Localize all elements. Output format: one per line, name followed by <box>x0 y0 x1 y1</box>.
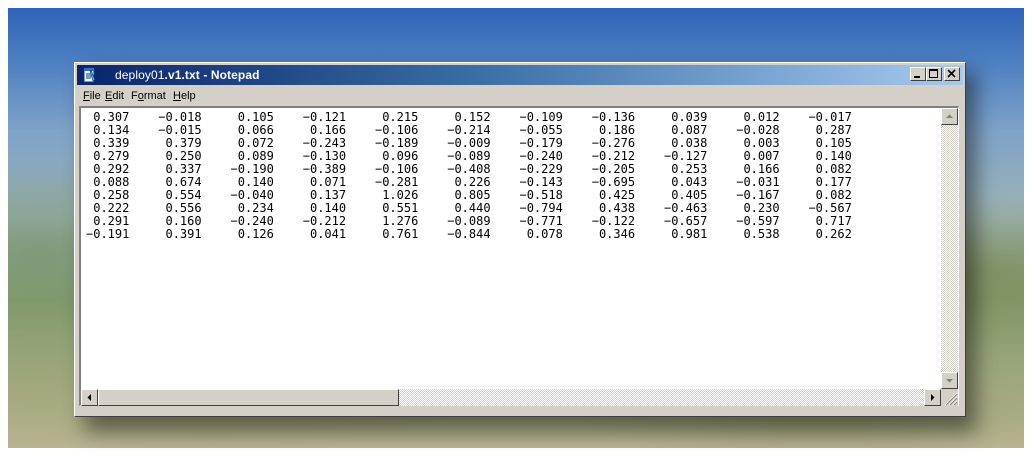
scroll-down-button[interactable] <box>941 372 958 389</box>
maximize-button[interactable] <box>926 67 942 81</box>
menu-file[interactable]: File <box>83 90 101 102</box>
maximize-icon <box>929 69 938 78</box>
vertical-scrollbar[interactable] <box>941 108 958 389</box>
horizontal-scrollbar[interactable] <box>81 389 941 406</box>
menu-format-label: rmat <box>143 90 166 102</box>
title-filename: deploy01 <box>115 68 165 82</box>
horizontal-scroll-thumb[interactable] <box>98 389 399 406</box>
notepad-window: deploy01.v1.txt - Notepad File Edit Form… <box>74 62 966 417</box>
minimize-button[interactable] <box>910 67 926 81</box>
arrow-up-icon <box>946 114 953 118</box>
menu-bar: File Edit Format Help <box>77 87 963 105</box>
size-grip[interactable] <box>941 389 958 406</box>
size-grip-icon <box>944 392 958 406</box>
minimize-icon <box>914 76 920 78</box>
menu-help-label: elp <box>180 90 196 102</box>
window-title: deploy01.v1.txt - Notepad <box>115 68 260 82</box>
scroll-right-button[interactable] <box>924 389 941 406</box>
menu-edit-label: dit <box>112 90 124 102</box>
scroll-left-button[interactable] <box>81 389 98 406</box>
arrow-right-icon <box>931 394 935 401</box>
menu-help[interactable]: Help <box>173 90 196 102</box>
scroll-up-button[interactable] <box>941 108 958 125</box>
title-app: .v1.txt - Notepad <box>164 68 260 82</box>
menu-file-label: ile <box>89 90 101 102</box>
title-bar[interactable]: deploy01.v1.txt - Notepad <box>77 65 963 85</box>
close-icon <box>947 69 956 78</box>
menu-format[interactable]: Format <box>131 90 166 102</box>
menu-format-pre: F <box>131 90 138 102</box>
menu-edit[interactable]: Edit <box>105 90 124 102</box>
menu-file-accel: F <box>83 90 90 102</box>
text-editor[interactable]: 0.307 −0.018 0.105 −0.121 0.215 0.152 −0… <box>79 106 959 406</box>
arrow-left-icon <box>87 394 91 401</box>
window-controls <box>910 67 960 83</box>
document-text[interactable]: 0.307 −0.018 0.105 −0.121 0.215 0.152 −0… <box>81 108 941 388</box>
close-button[interactable] <box>944 67 960 81</box>
notepad-icon[interactable] <box>81 67 97 83</box>
text-line: −0.191 0.391 0.126 0.041 0.761 −0.844 0.… <box>86 227 852 241</box>
arrow-down-icon <box>946 379 953 383</box>
menu-help-accel: H <box>173 90 181 102</box>
